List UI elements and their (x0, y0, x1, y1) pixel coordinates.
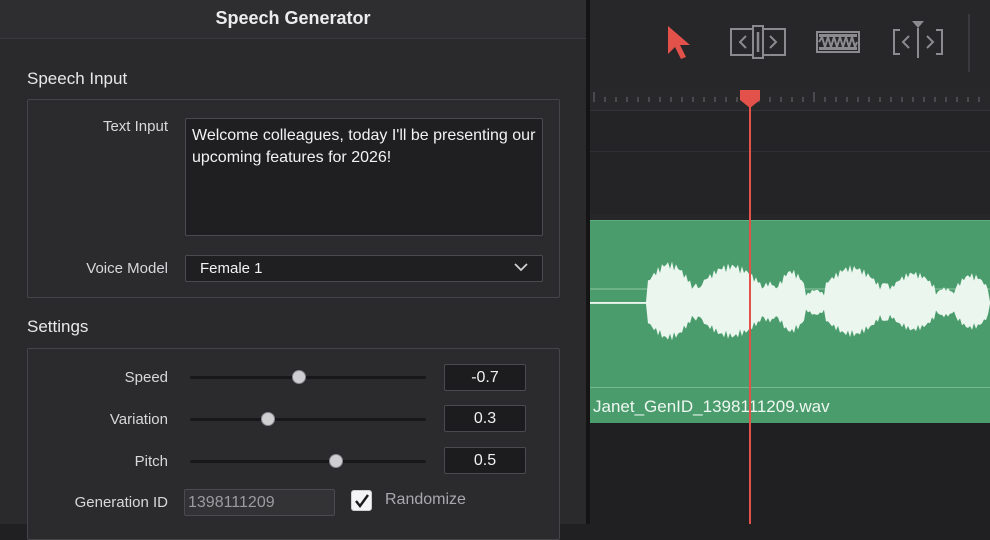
variation-slider[interactable] (190, 411, 426, 427)
voice-model-value: Female 1 (200, 260, 263, 277)
randomize-checkbox[interactable] (351, 490, 372, 511)
speed-label: Speed (124, 369, 168, 386)
audio-waveform (590, 261, 990, 341)
playhead-handle-icon[interactable] (739, 89, 761, 109)
dynamic-trim-tool-icon[interactable] (892, 20, 944, 60)
blade-tool-icon[interactable] (816, 30, 860, 54)
slider-thumb[interactable] (260, 412, 275, 426)
clip-divider (590, 387, 990, 388)
slider-thumb[interactable] (329, 454, 344, 468)
pitch-slider[interactable] (190, 453, 426, 469)
timeline-ruler[interactable] (590, 88, 990, 111)
timeline: Janet_GenID_1398111209.wav (590, 0, 990, 524)
speech-generator-panel: Speech Generator Speech Input Text Input… (0, 0, 586, 540)
checkmark-icon (355, 494, 369, 508)
chevron-down-icon (514, 263, 528, 272)
speech-input-section-title: Speech Input (27, 69, 128, 88)
empty-track (590, 152, 990, 214)
generation-id-field[interactable]: 1398111209 (184, 489, 335, 516)
slider-track (190, 460, 426, 463)
timeline-toolbar (590, 0, 990, 88)
voice-model-select[interactable]: Female 1 (185, 255, 543, 282)
panel-title: Speech Generator (215, 8, 371, 28)
pitch-value-field[interactable]: 0.5 (444, 447, 526, 474)
playhead-line[interactable] (749, 100, 751, 524)
toolbar-separator (968, 14, 970, 72)
speed-slider[interactable] (190, 369, 426, 385)
empty-track (590, 423, 990, 524)
slider-track (190, 418, 426, 421)
pitch-label: Pitch (134, 453, 168, 470)
slider-track (190, 376, 426, 379)
voice-model-label: Voice Model (86, 260, 168, 277)
variation-label: Variation (109, 411, 168, 428)
audio-clip[interactable] (590, 220, 990, 423)
pointer-tool-icon[interactable] (666, 25, 692, 59)
settings-section-title: Settings (27, 317, 89, 336)
speed-value-field[interactable]: -0.7 (444, 364, 526, 391)
panel-header: Speech Generator (0, 0, 586, 39)
randomize-label: Randomize (385, 491, 466, 508)
text-input-label: Text Input (102, 118, 168, 135)
variation-value-field[interactable]: 0.3 (444, 405, 526, 432)
slider-thumb[interactable] (291, 370, 306, 384)
generation-id-label: Generation ID (74, 494, 168, 511)
waveform-shape (590, 261, 990, 341)
empty-track (590, 111, 990, 152)
clip-name: Janet_GenID_1398111209.wav (593, 397, 830, 416)
text-input-field[interactable]: Welcome colleagues, today I'll be presen… (185, 118, 543, 236)
trim-tool-icon[interactable] (730, 25, 786, 59)
